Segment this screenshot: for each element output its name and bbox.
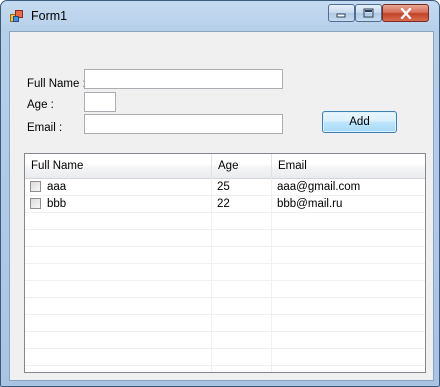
- row-email: bbb@mail.ru: [277, 198, 343, 210]
- close-button[interactable]: [382, 4, 429, 22]
- column-header-fullname[interactable]: Full Name: [25, 154, 212, 178]
- row-age: 25: [217, 181, 230, 193]
- title-bar[interactable]: Form1: [1, 1, 439, 31]
- list-header: Full Name Age Email: [25, 154, 425, 179]
- empty-list-row: [25, 213, 425, 230]
- form-client-area: Full Name : Age : Email : Add Full Name …: [9, 31, 434, 381]
- row-email: aaa@gmail.com: [277, 181, 361, 193]
- form-icon: [10, 10, 23, 22]
- people-list-view[interactable]: Full Name Age Email aaa 25 aaa@gmail.com…: [24, 153, 426, 373]
- row-checkbox[interactable]: [30, 181, 41, 192]
- minimize-button[interactable]: [328, 4, 355, 22]
- window-title: Form1: [31, 9, 68, 23]
- app-window: Form1 Full Name : Age : Email : Add Full…: [0, 0, 440, 387]
- fullname-label: Full Name :: [27, 78, 86, 90]
- row-age: 22: [217, 198, 230, 210]
- list-row[interactable]: aaa 25 aaa@gmail.com: [25, 179, 425, 196]
- maximize-button[interactable]: [355, 4, 382, 22]
- empty-list-row: [25, 281, 425, 298]
- age-label: Age :: [27, 99, 54, 111]
- empty-list-row: [25, 315, 425, 332]
- list-row[interactable]: bbb 22 bbb@mail.ru: [25, 196, 425, 213]
- maximize-icon: [363, 8, 374, 18]
- empty-list-row: [25, 264, 425, 281]
- close-icon: [400, 7, 411, 19]
- fullname-field[interactable]: [84, 69, 283, 89]
- column-header-age[interactable]: Age: [212, 154, 272, 178]
- empty-list-row: [25, 247, 425, 264]
- age-field[interactable]: [84, 92, 116, 112]
- empty-list-row: [25, 349, 425, 366]
- empty-list-row: [25, 298, 425, 315]
- empty-list-row: [25, 230, 425, 247]
- row-checkbox[interactable]: [30, 198, 41, 209]
- add-button[interactable]: Add: [322, 111, 397, 133]
- empty-list-row: [25, 332, 425, 349]
- email-label: Email :: [27, 122, 63, 134]
- email-field[interactable]: [84, 114, 283, 134]
- row-fullname: bbb: [47, 198, 67, 210]
- column-header-email[interactable]: Email: [272, 154, 425, 178]
- minimize-icon: [336, 13, 346, 17]
- row-fullname: aaa: [47, 181, 67, 193]
